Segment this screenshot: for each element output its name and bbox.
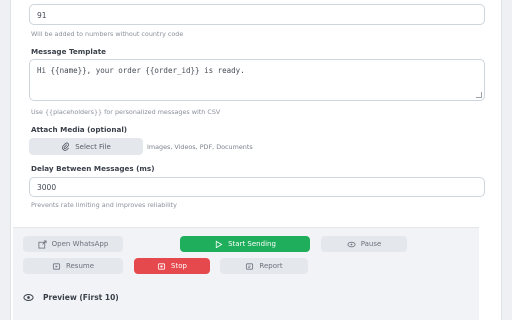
report-icon (245, 262, 254, 271)
textarea-resize-handle[interactable] (476, 92, 482, 98)
delay-input[interactable]: 3000 (29, 177, 485, 197)
message-template-textarea[interactable]: Hi {{name}}, your order {{order_id}} is … (29, 59, 485, 101)
country-code-help: Will be added to numbers without country… (31, 30, 184, 38)
open-whatsapp-label: Open WhatsApp (51, 240, 109, 248)
resume-icon (52, 262, 61, 271)
pause-button[interactable]: Pause (321, 236, 407, 252)
paperclip-icon (61, 142, 70, 151)
pause-label: Pause (360, 240, 382, 248)
delay-value: 3000 (37, 183, 57, 192)
bulk-sender-panel: 91 Will be added to numbers without coun… (10, 0, 502, 320)
attach-media-label: Attach Media (optional) (31, 125, 128, 134)
resume-label: Resume (65, 262, 95, 270)
message-template-help: Use {{placeholders}} for personalized me… (31, 108, 221, 116)
actions-section: Open WhatsApp Start Sending Pause Resume… (13, 227, 479, 320)
delay-label: Delay Between Messages (ms) (31, 164, 155, 173)
open-whatsapp-button[interactable]: Open WhatsApp (23, 236, 123, 252)
country-code-input[interactable]: 91 (29, 4, 485, 25)
start-sending-button[interactable]: Start Sending (180, 236, 310, 252)
report-button[interactable]: Report (220, 258, 308, 274)
delay-help: Prevents rate limiting and improves reli… (31, 201, 177, 209)
stop-label: Stop (171, 262, 187, 270)
start-sending-label: Start Sending (228, 240, 276, 248)
country-code-value: 91 (37, 11, 47, 20)
pause-icon (347, 240, 356, 249)
attach-media-hint: Images, Videos, PDF, Documents (147, 143, 253, 151)
report-label: Report (259, 262, 283, 270)
message-template-value: Hi {{name}}, your order {{order_id}} is … (37, 66, 245, 75)
external-link-icon (38, 239, 47, 249)
select-file-label: Select File (75, 142, 111, 151)
eye-icon (23, 292, 34, 303)
resume-button[interactable]: Resume (23, 258, 123, 274)
preview-heading: Preview (First 10) (23, 292, 119, 303)
stop-button[interactable]: Stop (134, 258, 210, 274)
select-file-button[interactable]: Select File (29, 138, 143, 155)
stop-icon (157, 262, 166, 271)
message-template-label: Message Template (31, 47, 107, 56)
preview-title: Preview (First 10) (43, 293, 119, 302)
play-icon (214, 240, 223, 249)
